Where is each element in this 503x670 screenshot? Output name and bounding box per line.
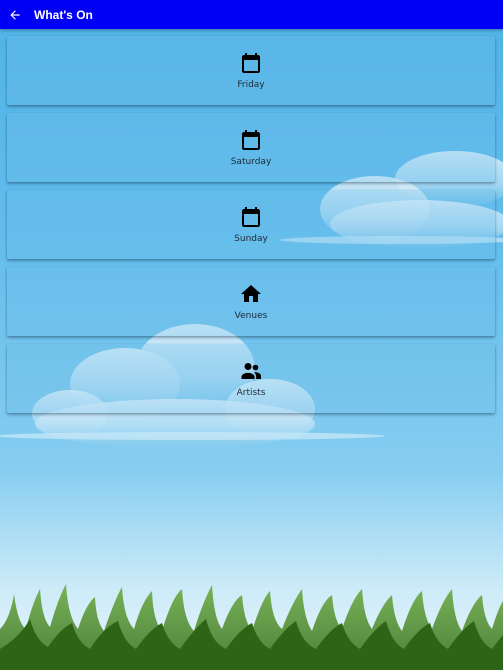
menu-item-friday[interactable]: Friday — [7, 36, 495, 105]
grass-illustration — [0, 584, 503, 670]
calendar-icon — [239, 51, 263, 75]
menu-item-label: Friday — [237, 80, 265, 90]
page-title: What's On — [34, 7, 93, 22]
home-icon — [239, 282, 263, 306]
calendar-icon — [239, 128, 263, 152]
whats-on-menu: Friday Saturday Sunday Venues Artists — [7, 36, 495, 421]
calendar-icon — [239, 205, 263, 229]
menu-item-label: Venues — [234, 311, 268, 321]
menu-item-label: Saturday — [230, 157, 272, 167]
menu-item-artists[interactable]: Artists — [7, 344, 495, 413]
app-bar: What's On — [0, 0, 503, 29]
menu-item-label: Sunday — [234, 234, 268, 244]
menu-item-saturday[interactable]: Saturday — [7, 113, 495, 182]
menu-item-label: Artists — [236, 388, 266, 398]
people-icon — [239, 359, 263, 383]
back-button[interactable] — [0, 0, 30, 29]
arrow-left-icon — [10, 9, 20, 20]
menu-item-sunday[interactable]: Sunday — [7, 190, 495, 259]
menu-item-venues[interactable]: Venues — [7, 267, 495, 336]
